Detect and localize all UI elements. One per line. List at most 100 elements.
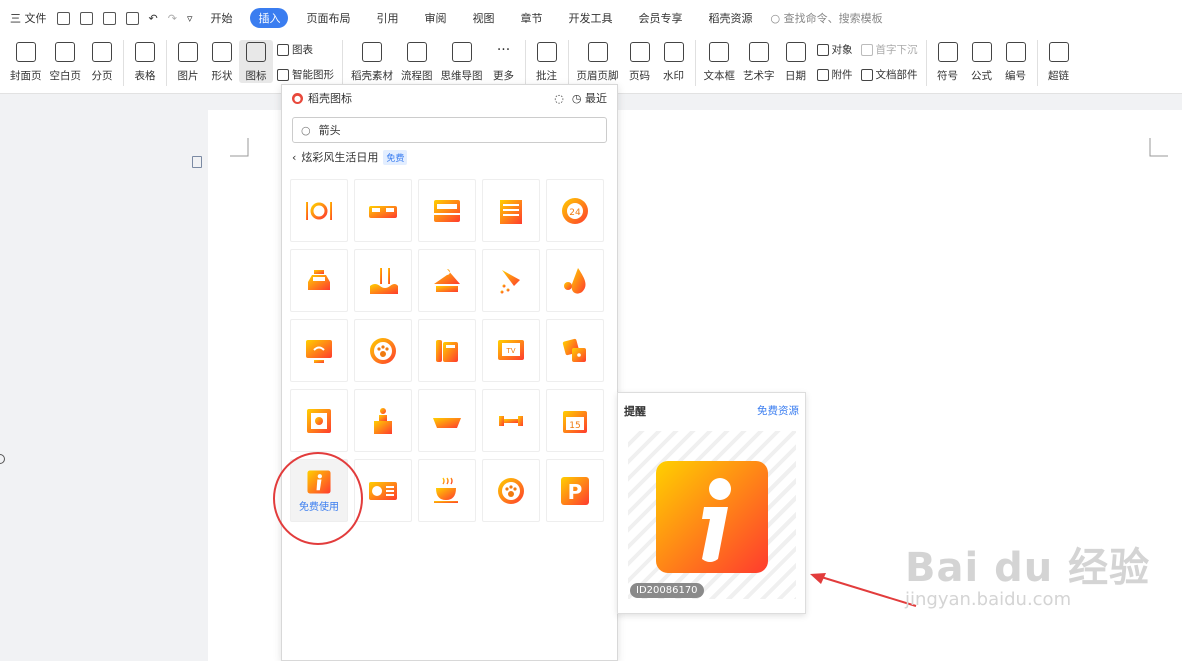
tab-docer-resources[interactable]: 稻壳资源	[700, 8, 760, 28]
icon-id-badge: ID20086170	[630, 583, 704, 598]
mindmap-button[interactable]: 思维导图	[437, 40, 487, 83]
command-search[interactable]: ○ 查找命令、搜索模板	[770, 10, 882, 26]
taxi-icon[interactable]	[290, 249, 348, 312]
doc-parts-button[interactable]: 文档部件	[860, 67, 918, 82]
tab-page-layout[interactable]: 页面布局	[298, 8, 358, 28]
quick-access-dropdown-icon[interactable]: ▿	[187, 12, 193, 25]
tab-review[interactable]: 审阅	[416, 8, 454, 28]
more-button[interactable]: ··· 更多	[487, 40, 521, 83]
air-conditioner-icon[interactable]	[354, 459, 412, 522]
icon-search-input[interactable]	[318, 123, 569, 137]
tab-view[interactable]: 视图	[464, 8, 502, 28]
docer-material-button[interactable]: 稻壳素材	[347, 40, 397, 83]
recent-button[interactable]: ◷ 最近	[572, 90, 607, 106]
free-resource-link[interactable]: 免费资源	[757, 403, 799, 419]
date-button[interactable]: 日期	[779, 40, 813, 83]
tab-home[interactable]: 开始	[202, 8, 240, 28]
category-breadcrumb[interactable]: ‹ 炫彩风生活日用 免费	[292, 149, 607, 165]
link-icon	[1048, 42, 1069, 62]
bed-icon[interactable]	[354, 179, 412, 242]
page-number-button[interactable]: 页码	[623, 40, 657, 83]
telephone-icon[interactable]	[418, 319, 476, 382]
symbol-button[interactable]: 符号	[931, 40, 965, 83]
tab-section[interactable]: 章节	[512, 8, 550, 28]
tab-insert[interactable]: 插入	[250, 8, 289, 28]
calendar-icon[interactable]: 15	[546, 389, 604, 452]
page-break-button[interactable]: 分页	[85, 40, 119, 83]
date-icon	[785, 42, 806, 62]
wifi-monitor-icon[interactable]	[290, 319, 348, 382]
material-icon	[362, 42, 382, 62]
icon-library-icon	[246, 42, 266, 62]
feedback-icon[interactable]: ◌	[554, 92, 564, 105]
formula-button[interactable]: 公式	[965, 40, 999, 83]
icon-preview-popup: 提醒 免费资源 ID20086170	[617, 392, 806, 614]
dice-icon[interactable]	[546, 319, 604, 382]
flowchart-button[interactable]: 流程图	[397, 40, 437, 83]
clock-icon: ◷	[571, 92, 582, 105]
chart-button[interactable]: 图表	[277, 42, 334, 57]
pet-paw-circle-icon[interactable]	[482, 459, 540, 522]
header-footer-icon	[587, 42, 608, 62]
hyperlink-button[interactable]: 超链	[1042, 40, 1076, 83]
smart-art-button[interactable]: 智能图形	[277, 67, 334, 82]
panel-header: ● 稻壳图标 ◌ ◷ 最近	[282, 85, 617, 111]
shape-button[interactable]: 形状	[205, 40, 239, 83]
dropcap-button[interactable]: 首字下沉	[860, 42, 918, 57]
service-24h-icon[interactable]: 24	[546, 179, 604, 242]
icon-button[interactable]: 图标	[239, 40, 273, 83]
blank-page-icon	[55, 42, 76, 62]
double-bed-icon[interactable]	[418, 179, 476, 242]
picture-button[interactable]: 图片	[171, 40, 205, 83]
redo-icon[interactable]: ↷	[168, 12, 177, 25]
restaurant-icon[interactable]	[290, 179, 348, 242]
tab-developer[interactable]: 开发工具	[560, 8, 620, 28]
file-menu[interactable]: 三 文件	[10, 10, 47, 26]
watermark-button[interactable]: 水印	[657, 40, 691, 83]
print-icon[interactable]	[102, 11, 116, 25]
wordart-icon	[748, 42, 769, 62]
back-chevron-icon[interactable]: ‹	[292, 151, 296, 164]
document-outline-icon[interactable]	[192, 156, 202, 168]
header-footer-button[interactable]: 页眉页脚	[573, 40, 623, 83]
pool-icon[interactable]	[354, 249, 412, 312]
shape-icon	[212, 42, 232, 62]
water-drop-icon[interactable]	[546, 249, 604, 312]
chart-icon	[277, 43, 289, 56]
wordart-button[interactable]: 艺术字	[739, 40, 779, 83]
hanger-icon[interactable]	[418, 249, 476, 312]
baidu-watermark: Bai du 经验 jingyan.baidu.com	[905, 535, 1150, 610]
bathtub-icon[interactable]	[418, 389, 476, 452]
undo-icon[interactable]: ↶	[149, 12, 158, 25]
object-button[interactable]: 对象	[816, 42, 853, 57]
parking-icon[interactable]: P	[546, 459, 604, 522]
textbox-button[interactable]: 文本框	[700, 40, 740, 83]
attachment-button[interactable]: 附件	[816, 67, 853, 82]
table-button[interactable]: 表格	[128, 40, 162, 83]
export-icon[interactable]	[79, 11, 93, 25]
numbering-button[interactable]: 编号	[999, 40, 1033, 83]
numbering-icon	[1005, 42, 1026, 62]
pet-paw-icon[interactable]	[354, 319, 412, 382]
reception-icon[interactable]	[354, 389, 412, 452]
safe-icon[interactable]	[290, 389, 348, 452]
watermark-icon	[663, 42, 684, 62]
textbox-icon	[709, 42, 730, 62]
hotel-building-icon[interactable]	[482, 179, 540, 242]
tab-references[interactable]: 引用	[368, 8, 406, 28]
divider	[342, 40, 343, 86]
print-preview-icon[interactable]	[125, 11, 139, 25]
comment-button[interactable]: 批注	[530, 40, 564, 83]
icon-search-box[interactable]: ○	[292, 117, 607, 143]
coffee-icon[interactable]	[418, 459, 476, 522]
save-icon[interactable]	[56, 11, 70, 25]
docer-logo-icon: ●	[292, 92, 303, 104]
tab-member[interactable]: 会员专享	[630, 8, 690, 28]
cover-page-button[interactable]: 封面页	[6, 40, 46, 83]
page-corner-mark	[1149, 138, 1168, 157]
dumbbell-icon[interactable]	[482, 389, 540, 452]
tv-icon[interactable]: TV	[482, 319, 540, 382]
search-icon: ○	[301, 123, 311, 137]
shower-icon[interactable]	[482, 249, 540, 312]
blank-page-button[interactable]: 空白页	[46, 40, 86, 83]
